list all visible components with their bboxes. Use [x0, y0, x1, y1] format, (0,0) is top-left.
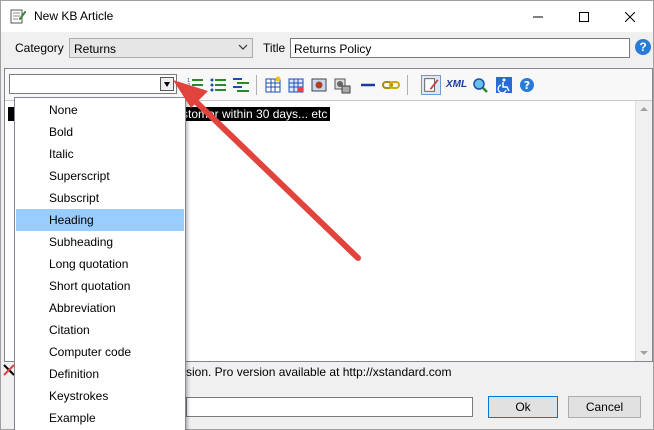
- spellcheck-icon[interactable]: [471, 76, 489, 94]
- dropdown-item-abbreviation[interactable]: Abbreviation: [16, 297, 184, 319]
- dropdown-item-definition[interactable]: Definition: [16, 363, 184, 385]
- dropdown-item-none[interactable]: None: [16, 99, 184, 121]
- dropdown-item-superscript[interactable]: Superscript: [16, 165, 184, 187]
- maximize-icon: [579, 11, 589, 22]
- editor-vertical-scrollbar[interactable]: [635, 101, 652, 361]
- image-properties-icon[interactable]: [333, 76, 351, 94]
- link-icon[interactable]: [382, 76, 400, 94]
- category-label: Category: [15, 41, 64, 55]
- dropdown-item-computer-code[interactable]: Computer code: [16, 341, 184, 363]
- title-value: Returns Policy: [294, 42, 372, 56]
- dropdown-item-example[interactable]: Example: [16, 407, 184, 429]
- notepad-pencil-icon: [10, 9, 26, 24]
- toolbar-separator: [407, 75, 408, 95]
- xml-icon[interactable]: XML: [446, 79, 467, 90]
- dropdown-item-subheading[interactable]: Subheading: [16, 231, 184, 253]
- dropdown-item-bold[interactable]: Bold: [16, 121, 184, 143]
- format-select[interactable]: [9, 74, 177, 94]
- scroll-up-arrow-icon[interactable]: [640, 107, 648, 111]
- category-value: Returns: [74, 42, 117, 56]
- dropdown-item-heading[interactable]: Heading: [16, 209, 184, 231]
- close-icon: [625, 11, 635, 22]
- format-dropdown-list: None Bold Italic Superscript Subscript H…: [14, 97, 186, 430]
- accessibility-icon[interactable]: [495, 76, 513, 94]
- format-dropdown-button[interactable]: [160, 77, 174, 91]
- scroll-down-arrow-icon[interactable]: [640, 351, 648, 355]
- dropdown-item-short-quotation[interactable]: Short quotation: [16, 275, 184, 297]
- cancel-button[interactable]: Cancel: [568, 396, 641, 418]
- ok-button[interactable]: Ok: [488, 396, 558, 418]
- toolbar-separator: [256, 75, 257, 95]
- help-icon[interactable]: ?: [635, 39, 651, 55]
- help-icon[interactable]: ?: [518, 76, 536, 94]
- horizontal-rule-icon[interactable]: [359, 76, 377, 94]
- minimize-icon: [533, 16, 543, 17]
- svg-text:3: 3: [187, 88, 190, 94]
- status-message: sion. Pro version available at http://xs…: [186, 365, 452, 379]
- table-insert-icon[interactable]: [264, 76, 282, 94]
- edit-source-icon[interactable]: [421, 75, 441, 95]
- dropdown-item-citation[interactable]: Citation: [16, 319, 184, 341]
- category-select[interactable]: Returns: [69, 38, 253, 58]
- minimize-button[interactable]: [515, 1, 561, 32]
- close-button[interactable]: [607, 1, 653, 32]
- bullet-list-icon[interactable]: [209, 76, 227, 94]
- window-title: New KB Article: [34, 9, 114, 23]
- numbered-list-icon[interactable]: 1 2 3: [186, 76, 204, 94]
- dropdown-item-keystrokes[interactable]: Keystrokes: [16, 385, 184, 407]
- dropdown-item-italic[interactable]: Italic: [16, 143, 184, 165]
- dropdown-item-subscript[interactable]: Subscript: [16, 187, 184, 209]
- maximize-button[interactable]: [561, 1, 607, 32]
- bottom-text-field[interactable]: [186, 397, 473, 417]
- dropdown-item-long-quotation[interactable]: Long quotation: [16, 253, 184, 275]
- chevron-down-icon: [238, 44, 248, 50]
- svg-text:?: ?: [524, 79, 530, 92]
- image-icon[interactable]: [310, 76, 328, 94]
- title-bar: New KB Article: [1, 1, 653, 32]
- definition-list-icon[interactable]: [232, 76, 250, 94]
- selected-text[interactable]: stomer within 30 days... etc: [182, 107, 331, 121]
- dialog-window: New KB Article Category Returns Title Re…: [0, 0, 654, 430]
- table-properties-icon[interactable]: [287, 76, 305, 94]
- title-label: Title: [263, 41, 286, 55]
- title-input[interactable]: Returns Policy: [290, 38, 630, 58]
